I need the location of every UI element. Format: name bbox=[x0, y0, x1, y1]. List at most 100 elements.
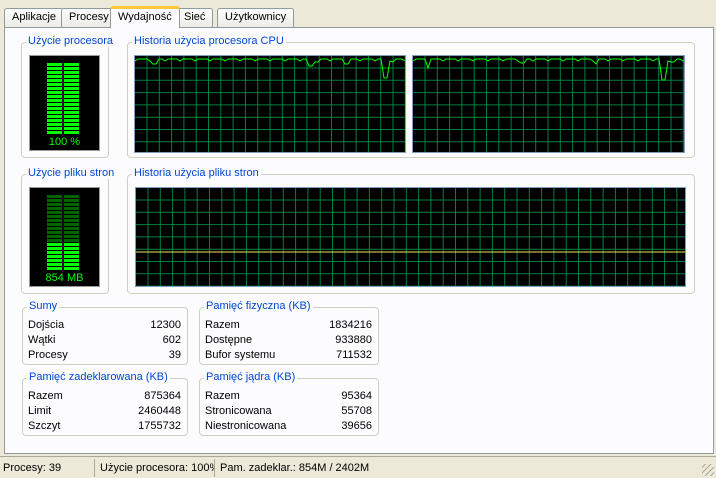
meter-segment bbox=[47, 115, 79, 118]
resize-grip-icon[interactable] bbox=[702, 464, 714, 476]
meter-cell bbox=[47, 71, 62, 74]
pagefile-usage-meter: 854 MB bbox=[29, 187, 100, 287]
meter-cell bbox=[47, 239, 62, 242]
cpu-history-graph-1 bbox=[134, 55, 406, 153]
row-value: 711532 bbox=[336, 349, 372, 361]
tab-processes[interactable]: Procesy bbox=[61, 8, 117, 27]
meter-segment bbox=[47, 219, 79, 222]
meter-segment bbox=[47, 231, 79, 234]
meter-cell bbox=[47, 111, 62, 114]
cpu-history-plot bbox=[135, 56, 405, 152]
meter-cell bbox=[47, 215, 62, 218]
physical-memory-group: Pamięć fizyczna (KB) Razem 1834216 Dostęp… bbox=[199, 300, 379, 365]
meter-cell bbox=[64, 195, 79, 198]
meter-segment bbox=[47, 243, 79, 246]
tab-network[interactable]: Sieć bbox=[176, 8, 214, 27]
meter-cell bbox=[47, 259, 62, 262]
meter-segment bbox=[47, 267, 79, 270]
meter-segment bbox=[47, 227, 79, 230]
tab-performance[interactable]: Wydajność bbox=[110, 6, 180, 28]
physical-memory-row: Dostępne 933880 bbox=[205, 333, 372, 348]
row-value: 39 bbox=[168, 349, 181, 361]
meter-segment bbox=[47, 67, 79, 70]
meter-cell bbox=[64, 267, 79, 270]
meter-segment bbox=[47, 63, 79, 66]
meter-segment bbox=[47, 199, 79, 202]
pagefile-usage-title: Użycie pliku stron bbox=[26, 167, 117, 179]
meter-segment bbox=[47, 87, 79, 90]
meter-cell bbox=[64, 71, 79, 74]
tab-label: Procesy bbox=[69, 11, 109, 23]
physical-memory-row: Razem 1834216 bbox=[205, 318, 372, 333]
meter-cell bbox=[47, 203, 62, 206]
meter-segment bbox=[47, 215, 79, 218]
physical-memory-title: Pamięć fizyczna (KB) bbox=[204, 300, 313, 312]
meter-cell bbox=[64, 255, 79, 258]
meter-segment bbox=[47, 203, 79, 206]
meter-segment bbox=[47, 207, 79, 210]
cpu-usage-value: 100 % bbox=[48, 136, 81, 148]
meter-cell bbox=[47, 123, 62, 126]
row-value: 602 bbox=[162, 334, 181, 346]
meter-cell bbox=[64, 219, 79, 222]
cpu-history-title: Historia użycia procesora CPU bbox=[132, 35, 286, 47]
meter-cell bbox=[47, 127, 62, 130]
pagefile-usage-value: 854 MB bbox=[45, 272, 84, 284]
tab-label: Aplikacje bbox=[12, 11, 57, 23]
pagefile-usage-group: Użycie pliku stron 854 MB bbox=[21, 167, 117, 294]
meter-segment bbox=[47, 83, 79, 86]
meter-cell bbox=[47, 255, 62, 258]
row-label: Bufor systemu bbox=[205, 349, 276, 361]
row-value: 39656 bbox=[341, 420, 372, 432]
row-label: Limit bbox=[28, 405, 52, 417]
tab-users[interactable]: Użytkownicy bbox=[217, 8, 295, 27]
meter-cell bbox=[47, 231, 62, 234]
tab-applications[interactable]: Aplikacje bbox=[4, 8, 65, 27]
pagefile-history-title: Historia użycia pliku stron bbox=[132, 167, 261, 179]
meter-cell bbox=[64, 199, 79, 202]
meter-segment bbox=[47, 79, 79, 82]
cpu-usage-meter: 100 % bbox=[29, 55, 100, 151]
meter-cell bbox=[64, 263, 79, 266]
meter-cell bbox=[47, 99, 62, 102]
cpu-history-group: Historia użycia procesora CPU bbox=[127, 35, 695, 158]
meter-segment bbox=[47, 95, 79, 98]
meter-segment bbox=[47, 107, 79, 110]
meter-cell bbox=[64, 107, 79, 110]
meter-cell bbox=[47, 103, 62, 106]
row-value: 1834216 bbox=[329, 319, 372, 331]
kernel-memory-row: Stronicowana 55708 bbox=[205, 404, 372, 419]
meter-cell bbox=[47, 87, 62, 90]
row-value: 55708 bbox=[341, 405, 372, 417]
meter-segment bbox=[47, 235, 79, 238]
cpu-history-plot bbox=[413, 56, 684, 152]
meter-cell bbox=[47, 79, 62, 82]
physical-memory-row: Bufor systemu 711532 bbox=[205, 348, 372, 363]
meter-cell bbox=[64, 131, 79, 134]
meter-cell bbox=[64, 223, 79, 226]
row-label: Szczyt bbox=[28, 420, 61, 432]
commit-charge-row: Limit 2460448 bbox=[28, 404, 181, 419]
meter-cell bbox=[64, 239, 79, 242]
kernel-memory-row: Razem 95364 bbox=[205, 389, 372, 404]
meter-cell bbox=[47, 91, 62, 94]
totals-row: Procesy 39 bbox=[28, 348, 181, 363]
meter-cell bbox=[47, 63, 62, 66]
history-line bbox=[413, 58, 684, 81]
meter-cell bbox=[47, 199, 62, 202]
meter-cell bbox=[64, 251, 79, 254]
meter-segment bbox=[47, 195, 79, 198]
commit-charge-title: Pamięć zadeklarowana (KB) bbox=[27, 371, 170, 383]
meter-segment bbox=[47, 131, 79, 134]
meter-segment bbox=[47, 119, 79, 122]
meter-segment bbox=[47, 91, 79, 94]
meter-segment bbox=[47, 211, 79, 214]
kernel-memory-group: Pamięć jądra (KB) Razem 95364 Stronicowan… bbox=[199, 371, 379, 436]
meter-cell bbox=[64, 119, 79, 122]
row-value: 1755732 bbox=[138, 420, 181, 432]
meter-cell bbox=[64, 67, 79, 70]
status-commit-charge: Pam. zadeklar.: 854M / 2402M bbox=[220, 462, 370, 474]
row-value: 12300 bbox=[150, 319, 181, 331]
meter-cell bbox=[47, 247, 62, 250]
meter-cell bbox=[47, 267, 62, 270]
